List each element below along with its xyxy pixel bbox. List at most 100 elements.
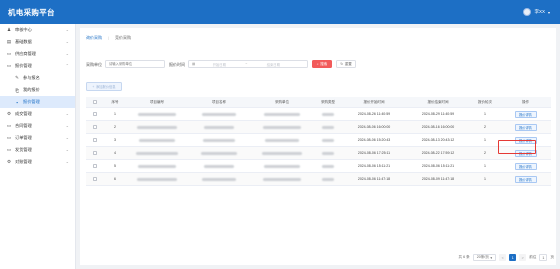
redacted-type	[314, 147, 342, 159]
row-checkbox[interactable]	[92, 163, 98, 169]
chevron-down-icon: ▾	[490, 255, 493, 260]
tab-inquiry[interactable]: 询价采购	[86, 35, 108, 41]
sidebar-item-quote-manage[interactable]: ▪ 报价管理	[0, 96, 75, 108]
row-start-time: 2024-08-06 17:25:11	[357, 151, 391, 155]
next-page-button[interactable]: >	[519, 254, 527, 261]
time-label: 报价时间	[169, 62, 185, 67]
redacted-type	[314, 173, 342, 185]
row-checkbox[interactable]	[92, 150, 98, 156]
row-end-time: 2024-08-09 11:47:18	[421, 177, 455, 181]
chevron-up-icon: ⌃	[65, 63, 69, 68]
row-checkbox[interactable]	[92, 124, 98, 130]
sidebar-item-deal[interactable]: ⚙ 成交管理 ⌄	[0, 108, 75, 120]
col-type: 采购类型	[321, 99, 335, 104]
row-op-cell: 报价详情	[500, 108, 551, 120]
unit-label: 采购单位	[86, 62, 102, 67]
page-1-button[interactable]: 1	[509, 254, 517, 261]
sidebar-item-signup[interactable]: ✎ 参与报名	[0, 72, 75, 84]
chevron-down-icon[interactable]: ▾	[548, 10, 550, 15]
sidebar-item-label: 发货管理	[15, 147, 32, 152]
row-start-time: 2024-08-06 11:47:18	[357, 177, 391, 181]
row-no: 6	[114, 177, 116, 181]
user-menu[interactable]: 李XX ▾	[523, 8, 550, 16]
row-checkbox[interactable]	[92, 137, 98, 143]
redacted-name	[188, 121, 250, 133]
highlight-box	[498, 140, 536, 154]
date-range-picker[interactable]: ▦ 开始日期 ~ 结束日期	[188, 60, 308, 68]
redacted-unit	[250, 173, 314, 185]
gear-icon: ⚙	[6, 111, 12, 116]
tab-bidding[interactable]: 竞价采购	[109, 35, 137, 41]
row-checkbox[interactable]	[92, 176, 98, 182]
sidebar-item-supplier[interactable]: ▭ 供应商管理 ⌄	[0, 48, 75, 60]
sidebar-item-shipping[interactable]: ▭ 发货管理 ⌄	[0, 144, 75, 156]
redacted-name	[188, 108, 250, 120]
chevron-down-icon: ⌄	[65, 27, 69, 32]
col-end: 报价结束时间	[427, 99, 449, 104]
row-checkbox-cell[interactable]	[86, 173, 104, 185]
sidebar-item-label: 合同管理	[15, 123, 32, 128]
total-count: 共 6 条	[458, 255, 470, 259]
sidebar-item-audit[interactable]: ♟ 审核中心 ⌄	[0, 24, 75, 36]
user-name[interactable]: 李XX	[534, 9, 545, 15]
quote-detail-button[interactable]: 报价详情	[514, 123, 537, 131]
list-icon: ⎗	[15, 87, 19, 93]
prev-page-button[interactable]: <	[499, 254, 507, 261]
avatar[interactable]	[523, 8, 532, 16]
quote-detail-button[interactable]: 报价详情	[514, 175, 537, 183]
select-all-checkbox[interactable]	[92, 99, 98, 105]
goto-prefix: 前往	[529, 255, 537, 259]
sidebar-item-quote-mgmt[interactable]: ▭ 报价管理 ⌃	[0, 60, 75, 72]
range-separator: ~	[245, 62, 248, 66]
row-no: 5	[114, 164, 116, 168]
quote-table: 序号 项目编号 项目名称 采购单位 采购类型 报价开始时间 报价结束时间 报价轮…	[86, 97, 551, 186]
row-checkbox[interactable]	[92, 111, 98, 117]
gear-icon: ⚙	[6, 159, 12, 164]
row-checkbox-cell[interactable]	[86, 121, 104, 133]
table-row: 5 2024-08-06 15:11:21 2024-08-06 15:11:2…	[86, 160, 551, 173]
redacted-unit	[250, 108, 314, 120]
tab-bar: 询价采购 | 竞价采购	[86, 35, 137, 41]
quote-detail-button[interactable]: 报价详情	[514, 162, 537, 170]
pagination: 共 6 条 20条/页 ▾ < 1 > 前往 1 页	[459, 254, 554, 261]
sidebar-item-label: 对账管理	[15, 159, 32, 164]
plus-icon: +	[92, 84, 95, 89]
doc-icon: ▭	[6, 63, 12, 68]
chevron-down-icon: ⌄	[65, 39, 69, 44]
col-op: 操作	[522, 99, 529, 104]
end-date-input[interactable]: 结束日期	[252, 62, 294, 67]
quote-detail-button[interactable]: 报价详情	[514, 110, 537, 118]
chevron-down-icon: ⌄	[65, 147, 69, 152]
reset-button[interactable]: ↻ 重置	[336, 60, 356, 68]
sidebar-item-base-data[interactable]: ▤ 基础数据 ⌄	[0, 36, 75, 48]
app-title: 机电采购平台	[8, 8, 55, 17]
doc-icon: ▭	[6, 51, 12, 56]
sidebar-item-label: 审核中心	[15, 27, 32, 32]
add-quote-button[interactable]: + 添加报价信息	[86, 82, 122, 91]
col-no: 序号	[111, 99, 119, 104]
chevron-down-icon: ⌄	[65, 51, 69, 56]
row-checkbox-cell[interactable]	[86, 147, 104, 159]
table-row: 2 2024-08-06 16:00:00 2024-08-16 16:00:0…	[86, 121, 551, 134]
top-bar: 机电采购平台 李XX ▾	[0, 0, 560, 24]
select-all-cell[interactable]	[86, 97, 104, 107]
row-checkbox-cell[interactable]	[86, 160, 104, 172]
redacted-name	[188, 173, 250, 185]
page-size-select[interactable]: 20条/页 ▾	[472, 254, 497, 261]
sidebar-item-my-quote[interactable]: ⎗ 我的报价	[0, 84, 75, 96]
row-checkbox-cell[interactable]	[86, 108, 104, 120]
row-end-time: 2024-08-29 11:40:59	[421, 112, 455, 116]
row-start-time: 2024-08-06 15:20:43	[357, 138, 391, 142]
sidebar-item-order[interactable]: ▭ 订单管理 ⌄	[0, 132, 75, 144]
col-round: 报价轮次	[478, 99, 492, 104]
start-date-input[interactable]: 开始日期	[198, 62, 240, 67]
sidebar-item-contract[interactable]: ▭ 合同管理 ⌄	[0, 120, 75, 132]
goto-page-input[interactable]: 1	[539, 254, 548, 261]
search-button[interactable]: ⌕ 搜索	[312, 60, 332, 68]
row-checkbox-cell[interactable]	[86, 134, 104, 146]
unit-input[interactable]	[105, 60, 165, 68]
sidebar-item-reconcile[interactable]: ⚙ 对账管理 ⌄	[0, 156, 75, 168]
sidebar: ♟ 审核中心 ⌄ ▤ 基础数据 ⌄ ▭ 供应商管理 ⌄ ▭ 报价管理 ⌃ ✎ 参…	[0, 24, 76, 269]
row-start-time: 2024-08-26 11:40:59	[357, 112, 391, 116]
chevron-down-icon: ⌄	[65, 111, 69, 116]
